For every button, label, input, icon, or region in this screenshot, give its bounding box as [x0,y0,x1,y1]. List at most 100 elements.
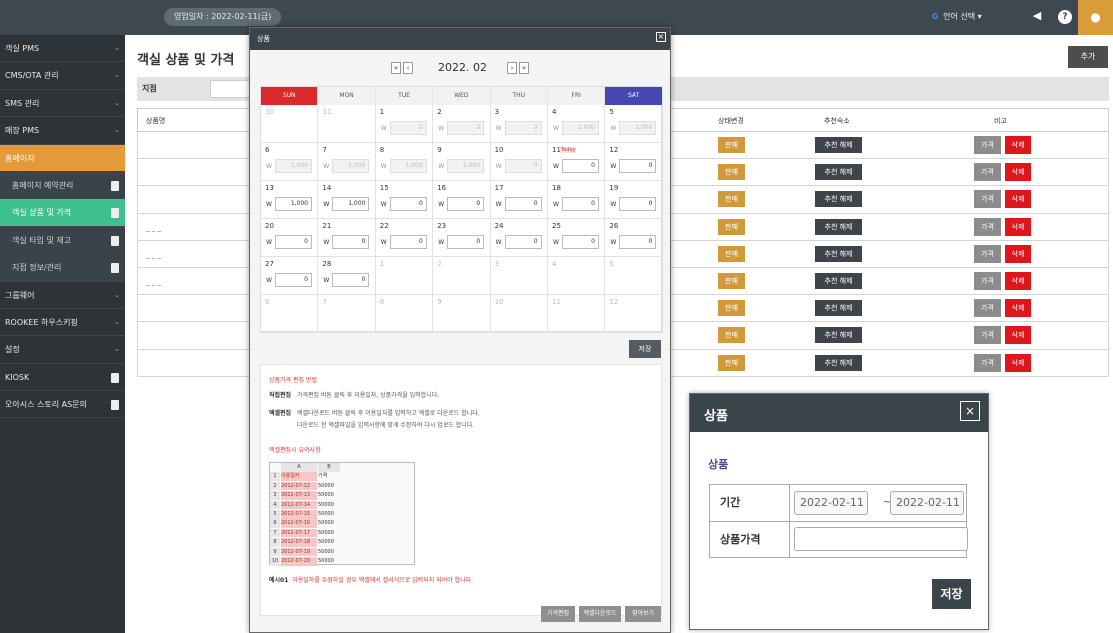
chevron-down-icon: ⌄ [114,126,120,135]
day-price-input[interactable]: 0 [619,197,657,211]
excel-download-button[interactable]: 엑셀다운로드 [579,606,621,622]
sidebar-item-cms-ota[interactable]: CMS/OTA 관리 ⌄ [0,62,125,90]
unrecommend-button[interactable]: 추천 해제 [815,218,862,235]
day-price-input[interactable]: 0 [275,273,312,287]
sidebar-item-sms[interactable]: SMS 관리 ⌄ [0,90,125,118]
price-button[interactable]: 가격 [974,163,1001,182]
sidebar-item-kiosk[interactable]: KIOSK [0,364,125,392]
user-icon[interactable]: ● [1078,0,1113,35]
sell-status-button[interactable]: 판매 [718,137,745,153]
day-price-input[interactable]: 0 [389,235,427,249]
delete-button[interactable]: 삭제 [1005,136,1031,154]
day-price-input[interactable]: 0 [332,235,370,249]
add-button[interactable]: 추가 [1068,46,1108,68]
price-button[interactable]: 가격 [974,217,1001,236]
price-button[interactable]: 가격 [974,271,1001,290]
sidebar-item-as-inquiry[interactable]: 오아시스 스토리 AS문의 [0,391,125,419]
sell-status-button[interactable]: 판매 [718,272,745,289]
sidebar-item-groupware[interactable]: 그룹웨어 ⌄ [0,282,125,309]
sell-status-button[interactable]: 판매 [718,327,745,344]
sidebar-item-settings[interactable]: 설정 ⌄ [0,336,125,364]
product-price-input[interactable] [794,527,968,551]
delete-button[interactable]: 삭제 [1005,217,1031,236]
day-price-input[interactable]: 0 [504,197,542,211]
sell-status-button[interactable]: 판매 [718,164,745,181]
unrecommend-button[interactable]: 추천 해제 [815,164,862,181]
save-button[interactable]: 저장 [932,579,971,609]
close-icon[interactable]: × [960,401,980,421]
delete-button[interactable]: 삭제 [1005,190,1031,209]
day-price-input[interactable]: 0 [562,235,599,249]
delete-button[interactable]: 삭제 [1005,299,1031,318]
unrecommend-button[interactable]: 추천 해제 [815,272,862,289]
sheet-row: 10 2012-07-20 50000 [270,557,334,566]
delete-button[interactable]: 삭제 [1005,244,1031,263]
day-price-input[interactable]: 0 [447,197,485,211]
price-button[interactable]: 가격 [974,136,1001,154]
language-selector[interactable]: G 언어 선택 ▾ [932,10,982,24]
delete-button[interactable]: 삭제 [1005,353,1031,372]
sell-status-button[interactable]: 판매 [718,300,745,317]
day-price-input[interactable]: 0 [562,197,599,211]
sidebar-item-homepage[interactable]: 홈페이지 [0,144,125,172]
day-price-input[interactable]: 1,000 [275,197,312,211]
price-button[interactable]: 가격 [974,299,1001,318]
unrecommend-button[interactable]: 추천 해제 [815,137,862,153]
price-button[interactable]: 가격 [974,353,1001,372]
sell-status-button[interactable]: 판매 [718,218,745,235]
delete-button[interactable]: 삭제 [1005,326,1031,345]
day-price-input[interactable]: 0 [389,197,427,211]
unrecommend-button[interactable]: 추천 해제 [815,300,862,317]
sell-status-button[interactable]: 판매 [718,354,745,371]
close-icon[interactable]: × [656,32,666,42]
price-button[interactable]: 가격 [974,326,1001,345]
day-price-input[interactable]: 0 [619,159,657,173]
day-price-input[interactable]: 0 [562,159,599,173]
delete-button[interactable]: 삭제 [1005,163,1031,182]
calendar-day: 17 W 0 [490,181,548,219]
unrecommend-button[interactable]: 추천 해제 [815,245,862,262]
day-number: 7 [322,298,327,306]
sidebar-item-housekeeping[interactable]: ROOKEE 하우스키핑 ⌄ [0,309,125,337]
price-edit-button[interactable]: 가격편집 [541,606,575,622]
day-price-input[interactable]: 0 [275,235,312,249]
start-date-input[interactable]: 2022-02-11 [794,491,868,515]
price-button[interactable]: 가격 [974,190,1001,209]
megaphone-icon[interactable]: ◀ [1030,9,1044,23]
browse-button[interactable]: 찾아보기 [625,606,661,622]
chevron-down-icon: ⌄ [114,317,120,326]
sidebar-item-store-pms[interactable]: 매장 PMS ⌄ [0,117,125,145]
end-date-input[interactable]: 2022-02-11 [890,491,964,515]
day-price-input[interactable]: 0 [504,235,542,249]
unrecommend-button[interactable]: 추천 해제 [815,327,862,344]
next-year-button[interactable]: » [519,62,529,74]
calendar-save-button[interactable]: 저장 [629,340,661,358]
day-price-input[interactable]: 0 [332,273,370,287]
calendar-day: 3 W0 [490,105,548,143]
day-number: 6 [265,298,270,306]
price-button[interactable]: 가격 [974,244,1001,263]
unrecommend-button[interactable]: 추천 해제 [815,354,862,371]
sidebar-item-room-pms[interactable]: 객실 PMS ⌄ [0,35,125,63]
currency-symbol: W [323,201,330,208]
day-price-input[interactable]: 1,000 [332,197,370,211]
chevron-down-icon: ▾ [977,12,982,21]
help-icon[interactable]: ? [1058,10,1072,24]
day-price-input[interactable]: 0 [447,235,485,249]
prev-year-button[interactable]: « [391,62,401,74]
currency-symbol: W [610,163,617,170]
sidebar-item-branch-info[interactable]: 지점 정보/관리 [0,254,125,282]
unrecommend-button[interactable]: 추천 해제 [815,191,862,208]
delete-button[interactable]: 삭제 [1005,271,1031,290]
sell-status-button[interactable]: 판매 [718,245,745,262]
calendar-day: 5 W 1,000 [605,105,663,143]
sell-status-button[interactable]: 판매 [718,191,745,208]
sidebar-item-room-products[interactable]: 객실 상품 및 가격 [0,199,125,227]
day-price-input[interactable]: 0 [619,235,657,249]
prev-month-button[interactable]: ‹ [403,62,413,74]
day-number: 25 [552,222,561,230]
sidebar-item-room-types[interactable]: 객실 타입 및 재고 [0,226,125,255]
next-month-button[interactable]: › [507,62,517,74]
sidebar-item-homepage-reservation[interactable]: 홈페이지 예약관리 [0,171,125,200]
day-price-input: 1,000 [332,159,370,173]
